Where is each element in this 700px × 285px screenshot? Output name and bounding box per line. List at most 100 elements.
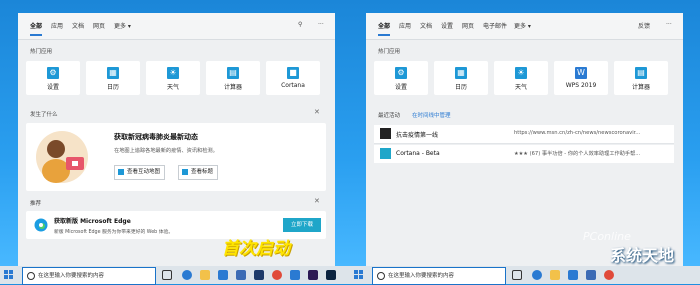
recent-item-url: https://www.msn.cn/zh-cn/news/newscorona…: [514, 130, 641, 136]
download-button[interactable]: 立即下载: [283, 218, 321, 232]
app-tile-wps[interactable]: W WPS 2019: [554, 61, 608, 95]
hot-apps-title: 热门应用: [378, 49, 401, 55]
app-tile-settings[interactable]: ⚙ 设置: [26, 61, 80, 95]
app-tile-calendar[interactable]: ▦ 日历: [434, 61, 488, 95]
app-icon[interactable]: [254, 270, 264, 280]
search-panel-left: 全部 应用 文档 网页 更多 ▾ ⚲ ··· 热门应用 ⚙ 设置 ▦ 日历 ☀ …: [18, 13, 335, 266]
search-tabs: 全部 应用 文档 网页 更多 ▾ ⚲ ···: [18, 13, 335, 40]
task-view-icon[interactable]: [512, 270, 522, 280]
store-icon[interactable]: [568, 270, 578, 280]
recent-item[interactable]: 抗击疫情第一线 https://www.msn.cn/zh-cn/news/ne…: [374, 125, 674, 144]
tile-label: 日历: [106, 84, 119, 91]
recent-activity-title: 最近活动: [378, 113, 401, 119]
mail-icon[interactable]: [236, 270, 246, 280]
tab-web[interactable]: 网页: [462, 21, 474, 30]
premiere-icon[interactable]: [308, 270, 318, 280]
map-icon: [118, 169, 124, 175]
recent-item[interactable]: Cortana - Beta ★★★ (67) 事半功倍 - 你的个人效率助理工…: [374, 145, 674, 163]
search-placeholder: 在这里输入你要搜索的内容: [38, 273, 105, 279]
covid-illustration-icon: [36, 131, 88, 183]
taskbar-search-input[interactable]: 在这里输入你要搜索的内容: [372, 267, 506, 285]
edge-icon[interactable]: [182, 270, 192, 280]
pin-icon[interactable]: ⚲: [298, 21, 302, 28]
edge-description: 新版 Microsoft Edge 服务为你带来更好的 Web 体验。: [54, 230, 174, 235]
chrome-icon[interactable]: [272, 270, 282, 280]
view-map-button[interactable]: 查看互动地图: [114, 165, 166, 180]
search-tabs: 全部 应用 文档 设置 网页 电子邮件 更多 ▾ 反馈 ···: [366, 13, 683, 40]
tile-label: 天气: [166, 84, 179, 91]
tab-web[interactable]: 网页: [93, 21, 105, 30]
tile-label: 日历: [454, 84, 467, 91]
app-tile-weather[interactable]: ☀ 天气: [146, 61, 200, 95]
windows-start-icon[interactable]: [354, 270, 364, 280]
first-launch-caption: 首次启动: [222, 239, 290, 259]
timeline-manage-link[interactable]: 在时间线中管理: [412, 111, 451, 119]
gear-icon: ⚙: [47, 67, 59, 79]
search-placeholder: 在这里输入你要搜索的内容: [388, 273, 455, 279]
edge-icon[interactable]: [532, 270, 542, 280]
tile-label: Cortana: [281, 82, 305, 89]
news-title: 获取新冠病毒肺炎最新动态: [114, 133, 198, 141]
weather-icon: ☀: [167, 67, 179, 79]
desktop-right: 全部 应用 文档 设置 网页 电子邮件 更多 ▾ 反馈 ··· 热门应用 ⚙ 设…: [350, 0, 700, 266]
wps-icon: W: [575, 67, 587, 79]
weather-icon: ☀: [515, 67, 527, 79]
calendar-icon: ▦: [107, 67, 119, 79]
app-tile-weather[interactable]: ☀ 天气: [494, 61, 548, 95]
hot-apps-title: 热门应用: [30, 49, 53, 55]
tab-apps[interactable]: 应用: [399, 21, 411, 30]
app-tile-cortana[interactable]: ■ Cortana: [266, 61, 320, 95]
news-card[interactable]: 获取新冠病毒肺炎最新动态 在地图上追踪各地最新的疫情、资讯和检测。 查看互动地图…: [26, 123, 326, 191]
gear-icon: ⚙: [395, 67, 407, 79]
file-explorer-icon[interactable]: [200, 270, 210, 280]
close-icon[interactable]: ✕: [314, 108, 320, 116]
file-explorer-icon[interactable]: [550, 270, 560, 280]
app-tile-calendar[interactable]: ▦ 日历: [86, 61, 140, 95]
tile-label: WPS 2019: [565, 82, 597, 89]
calculator-icon: ▤: [635, 67, 647, 79]
tab-more[interactable]: 更多 ▾: [114, 21, 131, 30]
photoshop-icon[interactable]: [326, 270, 336, 280]
tile-label: 天气: [514, 84, 527, 91]
mail-icon[interactable]: [586, 270, 596, 280]
tab-all[interactable]: 全部: [30, 21, 43, 36]
news-icon: [380, 128, 391, 139]
app-tile-settings[interactable]: ⚙ 设置: [374, 61, 428, 95]
cortana-icon: ■: [287, 67, 299, 79]
search-panel-right: 全部 应用 文档 设置 网页 电子邮件 更多 ▾ 反馈 ··· 热门应用 ⚙ 设…: [366, 13, 683, 266]
cortana-icon: [380, 148, 391, 159]
edge-icon: [34, 218, 48, 232]
store-icon[interactable]: [218, 270, 228, 280]
close-icon[interactable]: ✕: [314, 197, 320, 205]
search-icon: [377, 271, 385, 280]
tab-all[interactable]: 全部: [378, 21, 391, 36]
feedback-link[interactable]: 反馈: [638, 21, 650, 30]
tab-docs[interactable]: 文档: [72, 21, 84, 30]
tab-apps[interactable]: 应用: [51, 21, 63, 30]
chrome-icon[interactable]: [604, 270, 614, 280]
search-icon: [27, 271, 35, 280]
recent-item-title: 抗击疫情第一线: [396, 132, 439, 139]
app-tile-calculator[interactable]: ▤ 计算器: [614, 61, 668, 95]
taskbar-search-input[interactable]: 在这里输入你要搜索的内容: [22, 267, 156, 285]
more-options-icon[interactable]: ···: [318, 21, 324, 28]
app-tile-calculator[interactable]: ▤ 计算器: [206, 61, 260, 95]
desktop-left: 全部 应用 文档 网页 更多 ▾ ⚲ ··· 热门应用 ⚙ 设置 ▦ 日历 ☀ …: [0, 0, 350, 266]
news-section-title: 发生了什么: [30, 112, 58, 118]
news-icon: [182, 169, 188, 175]
button-label: 查看互动地图: [127, 169, 161, 175]
windows-start-icon[interactable]: [4, 270, 14, 280]
recommend-section-title: 推荐: [30, 201, 42, 207]
task-view-icon[interactable]: [162, 270, 172, 280]
tab-more[interactable]: 更多 ▾: [514, 21, 531, 30]
app-icon[interactable]: [290, 270, 300, 280]
more-options-icon[interactable]: ···: [666, 21, 672, 28]
tab-settings[interactable]: 设置: [441, 21, 453, 30]
tile-label: 设置: [394, 84, 407, 91]
view-headlines-button[interactable]: 查看标题: [178, 165, 219, 180]
tile-label: 设置: [46, 84, 59, 91]
tab-docs[interactable]: 文档: [420, 21, 432, 30]
button-label: 查看标题: [191, 169, 214, 175]
tab-email[interactable]: 电子邮件: [483, 21, 507, 30]
calculator-icon: ▤: [227, 67, 239, 79]
